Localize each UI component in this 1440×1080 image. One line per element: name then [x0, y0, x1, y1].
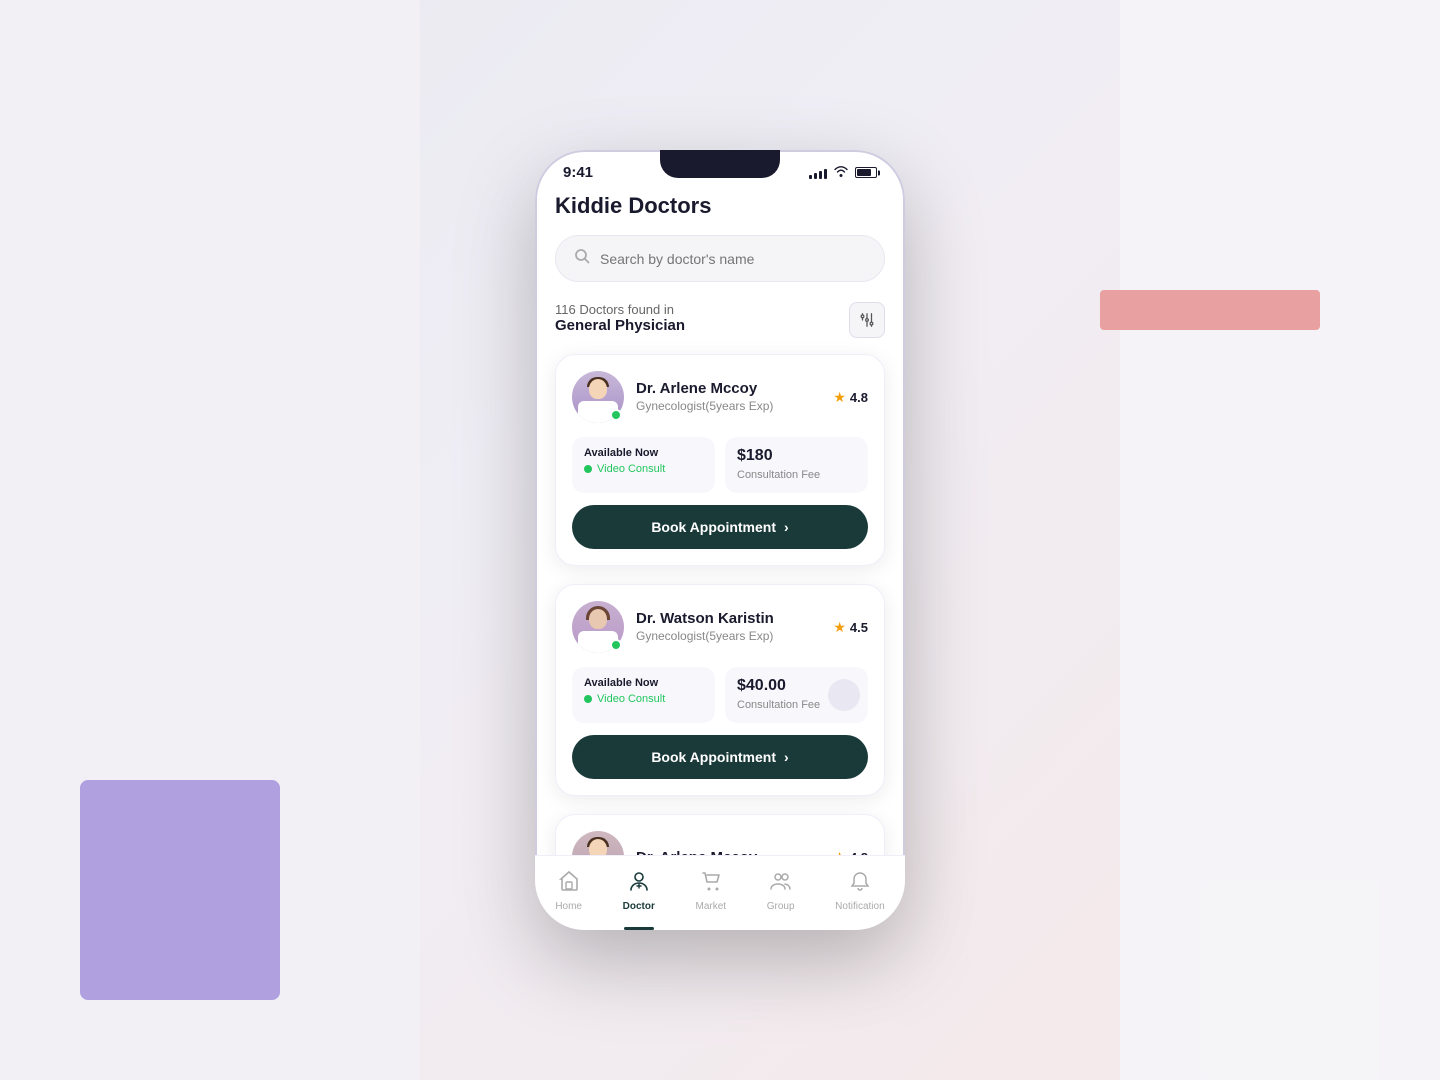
rating-value: 4.8 — [850, 390, 868, 405]
online-status-dot — [610, 409, 622, 421]
avatar — [572, 831, 624, 855]
doctor-header: Dr. Arlene Mccoy ★ 4.8 — [572, 831, 868, 855]
doctor-name: Dr. Arlene Mccoy — [636, 380, 821, 397]
doctor-name: Dr. Watson Karistin — [636, 610, 821, 627]
doctor-header: Dr. Arlene Mccoy Gynecologist(5years Exp… — [572, 371, 868, 423]
nav-label-group: Group — [767, 901, 795, 912]
doctor-specialty: Gynecologist(5years Exp) — [636, 629, 773, 643]
search-input[interactable] — [600, 251, 866, 267]
doctor-header: Dr. Watson Karistin Gynecologist(5years … — [572, 601, 868, 653]
info-row: Available Now Video Consult $180 Consult… — [572, 437, 868, 493]
info-row: Available Now Video Consult $40.00 Consu… — [572, 667, 868, 723]
rating-value: 4.5 — [850, 620, 868, 635]
fee-label: Consultation Fee — [737, 699, 820, 711]
available-label: Available Now — [584, 677, 703, 689]
video-consult-text: Video Consult — [597, 693, 665, 705]
search-bar[interactable] — [555, 235, 885, 282]
nav-active-indicator — [624, 927, 654, 930]
book-appointment-button[interactable]: Book Appointment › — [572, 735, 868, 779]
doctor-avatar-wrap — [572, 601, 624, 653]
fee-amount: $180 — [737, 447, 856, 465]
notification-icon — [849, 870, 871, 898]
rating-wrap: ★ 4.8 — [833, 389, 868, 406]
nav-label-doctor: Doctor — [623, 901, 655, 912]
doctor-icon — [628, 870, 650, 898]
filter-row: 116 Doctors found in General Physician — [555, 302, 885, 338]
doctor-avatar-wrap — [572, 371, 624, 423]
bg-purple-block — [80, 780, 280, 1000]
specialty-text: General Physician — [555, 317, 685, 334]
doctor-avatar-wrap — [572, 831, 624, 855]
group-icon — [770, 870, 792, 898]
nav-label-market: Market — [696, 901, 727, 912]
status-icons — [809, 165, 877, 180]
nav-label-home: Home — [555, 901, 582, 912]
doctor-card: Dr. Watson Karistin Gynecologist(5years … — [555, 584, 885, 796]
found-text: 116 Doctors found in — [555, 302, 849, 317]
phone-frame: 9:41 Kiddie Doctors — [535, 150, 905, 930]
book-appointment-button[interactable]: Book Appointment › — [572, 505, 868, 549]
video-consult-wrap: Video Consult — [584, 463, 703, 475]
book-btn-label: Book Appointment — [651, 519, 776, 535]
doctor-info: Dr. Arlene Mccoy Gynecologist(5years Exp… — [636, 380, 821, 415]
video-dot — [584, 695, 592, 703]
nav-item-notification[interactable]: Notification — [825, 866, 894, 916]
availability-box: Available Now Video Consult — [572, 437, 715, 493]
bottom-nav: Home Doctor Market — [535, 855, 905, 930]
book-btn-label: Book Appointment — [651, 749, 776, 765]
phone-notch — [660, 150, 780, 178]
market-icon — [700, 870, 722, 898]
phone-content[interactable]: Kiddie Doctors 116 Doctors found in Gene… — [535, 189, 905, 855]
bg-white-block — [1200, 880, 1380, 1080]
doctor-card-partial: Dr. Arlene Mccoy ★ 4.8 — [555, 814, 885, 855]
toggle-circle — [828, 679, 860, 711]
search-icon — [574, 248, 590, 269]
nav-item-market[interactable]: Market — [686, 866, 737, 916]
rating-wrap: ★ 4.5 — [833, 619, 868, 636]
nav-item-group[interactable]: Group — [757, 866, 805, 916]
signal-icon — [809, 167, 827, 179]
fee-box: $40.00 Consultation Fee — [725, 667, 868, 723]
doctor-specialty: Gynecologist(5years Exp) — [636, 399, 773, 413]
filter-text: 116 Doctors found in General Physician — [555, 302, 849, 335]
nav-item-home[interactable]: Home — [545, 866, 592, 916]
star-icon: ★ — [833, 619, 846, 636]
home-icon — [558, 870, 580, 898]
app-title: Kiddie Doctors — [555, 189, 885, 219]
video-consult-text: Video Consult — [597, 463, 665, 475]
doctor-card: Dr. Arlene Mccoy Gynecologist(5years Exp… — [555, 354, 885, 566]
filter-button[interactable] — [849, 302, 885, 338]
battery-icon — [855, 167, 877, 178]
bg-pink-bar — [1100, 290, 1320, 330]
nav-label-notification: Notification — [835, 901, 884, 912]
fee-box: $180 Consultation Fee — [725, 437, 868, 493]
nav-item-doctor[interactable]: Doctor — [613, 866, 665, 916]
status-time: 9:41 — [563, 164, 593, 181]
wifi-icon — [833, 165, 849, 180]
star-icon: ★ — [833, 389, 846, 406]
doctor-info: Dr. Watson Karistin Gynecologist(5years … — [636, 610, 821, 645]
video-consult-wrap: Video Consult — [584, 693, 703, 705]
online-status-dot — [610, 639, 622, 651]
fee-label: Consultation Fee — [737, 469, 820, 481]
availability-box: Available Now Video Consult — [572, 667, 715, 723]
video-dot — [584, 465, 592, 473]
chevron-right-icon: › — [784, 519, 789, 535]
filter-icon — [858, 311, 876, 329]
chevron-right-icon: › — [784, 749, 789, 765]
available-label: Available Now — [584, 447, 703, 459]
